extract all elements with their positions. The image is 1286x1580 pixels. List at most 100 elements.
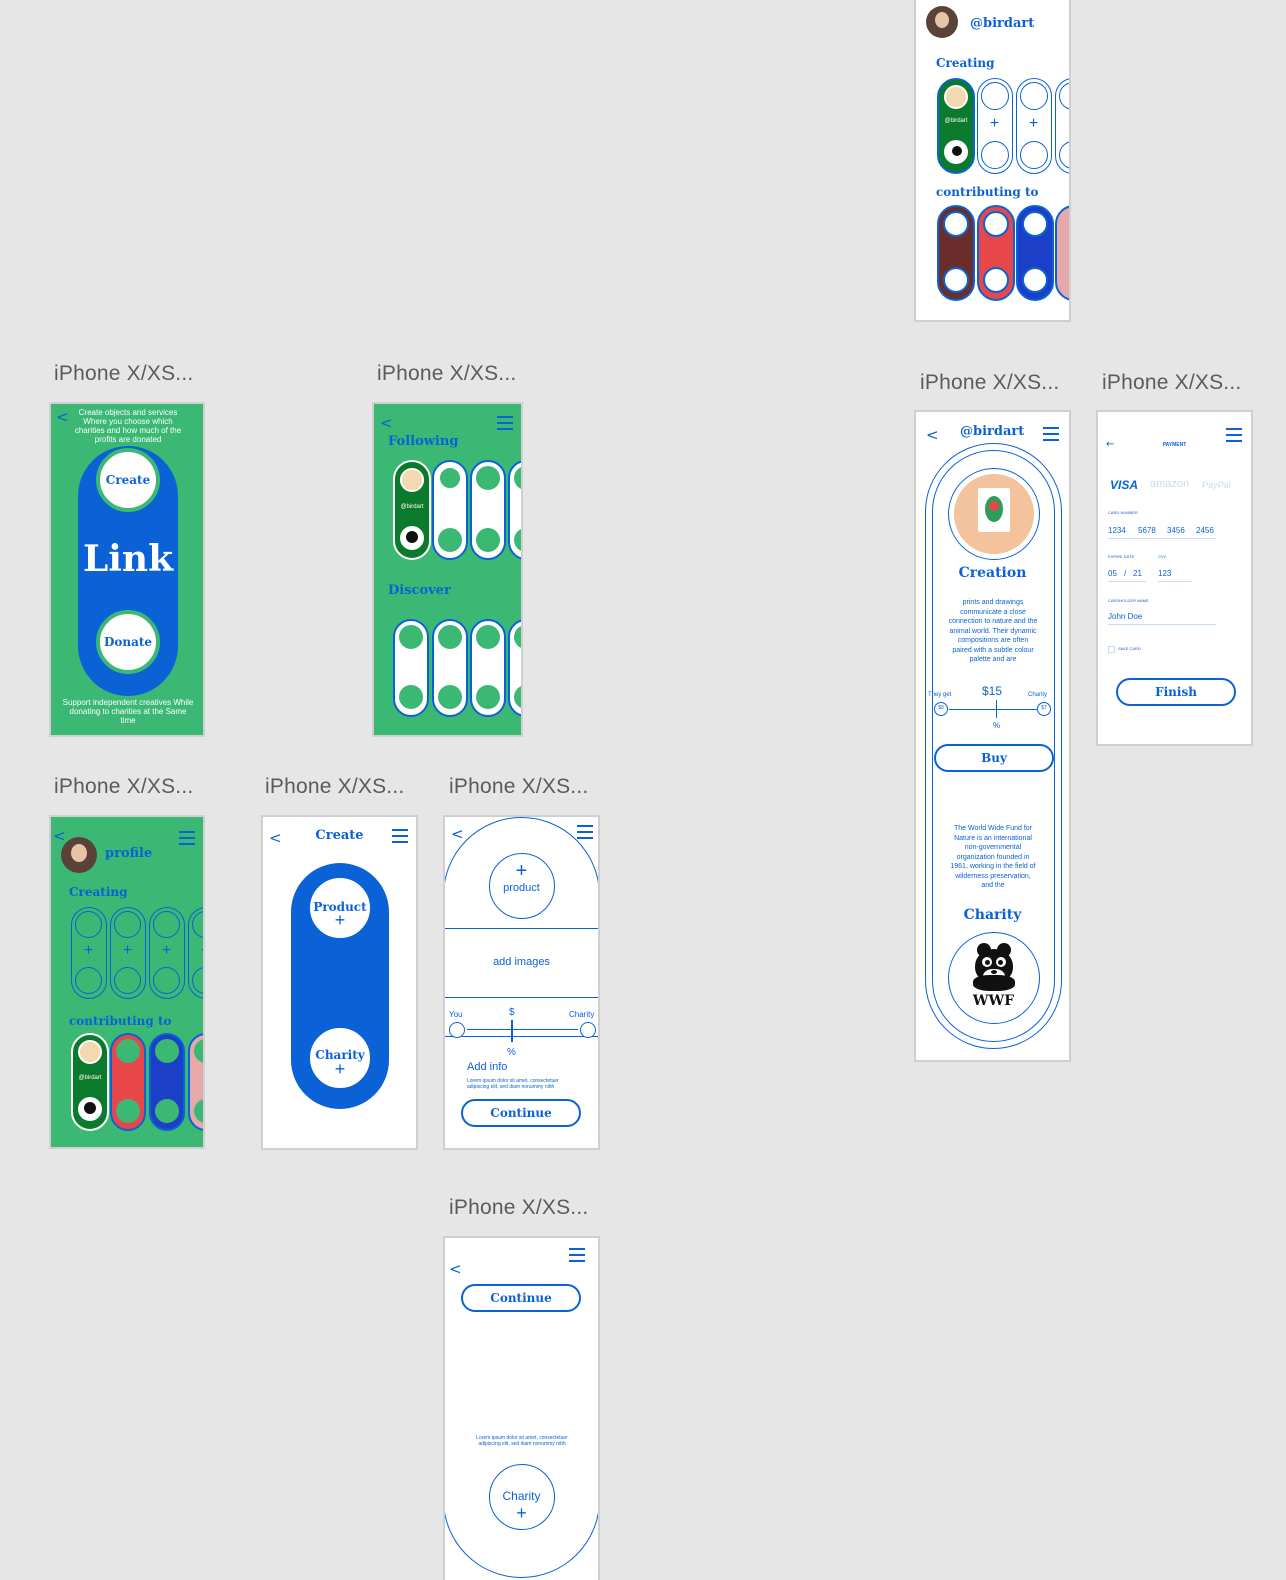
- charity-title: Charity: [963, 907, 1022, 923]
- frame-title-product[interactable]: iPhone X/XS...: [449, 775, 588, 799]
- paypal-option[interactable]: PayPal: [1202, 480, 1231, 490]
- creation-card[interactable]: @birdart: [71, 1033, 109, 1131]
- following-slot[interactable]: [432, 460, 468, 560]
- wwf-logo[interactable]: WWF: [948, 932, 1040, 1024]
- discover-slot[interactable]: [393, 619, 429, 717]
- charity-card[interactable]: [1055, 205, 1069, 301]
- creation-image[interactable]: [948, 468, 1040, 560]
- empty-slot[interactable]: +: [110, 907, 146, 999]
- info-text: Lorem ipsum dolor sit amet, consectetuer…: [467, 1078, 559, 1090]
- frame-title-profile[interactable]: iPhone X/XS...: [54, 775, 193, 799]
- back-icon[interactable]: <: [451, 827, 464, 842]
- following-heading: Following: [388, 434, 459, 449]
- add-product-button[interactable]: + product: [489, 853, 555, 919]
- card-number-group: 5678: [1138, 526, 1156, 535]
- creator-card[interactable]: @birdart: [393, 460, 431, 560]
- percent-label: %: [993, 721, 1001, 730]
- avatar[interactable]: [61, 837, 97, 873]
- frame-title-link[interactable]: iPhone X/XS...: [54, 362, 193, 386]
- charity-card[interactable]: [977, 205, 1015, 301]
- charity-card[interactable]: [110, 1033, 146, 1131]
- you-label: You: [449, 1010, 463, 1019]
- charity-card[interactable]: [149, 1033, 185, 1131]
- add-images-button[interactable]: add images: [445, 956, 598, 968]
- discover-slot[interactable]: [432, 619, 468, 717]
- empty-slot[interactable]: +: [188, 907, 203, 999]
- menu-icon[interactable]: [1226, 428, 1242, 442]
- charity-card[interactable]: [937, 205, 975, 301]
- add-icon: +: [161, 942, 172, 959]
- discover-slot[interactable]: [470, 619, 506, 717]
- expire-field[interactable]: [1108, 581, 1146, 582]
- frame-profile: < profile Creating + + + + contributing …: [49, 815, 205, 1149]
- following-slot[interactable]: [470, 460, 506, 560]
- add-icon: +: [516, 1503, 527, 1523]
- wwf-wordmark: WWF: [972, 993, 1015, 1009]
- empty-slot[interactable]: +: [1016, 78, 1052, 174]
- add-icon: +: [989, 115, 1000, 132]
- divider: [445, 928, 598, 929]
- back-icon[interactable]: <: [53, 829, 66, 844]
- split-slider-handle[interactable]: [511, 1020, 513, 1042]
- continue-button[interactable]: Continue: [461, 1284, 581, 1312]
- add-icon: +: [1028, 115, 1039, 132]
- create-button[interactable]: Create: [96, 448, 160, 512]
- menu-icon[interactable]: [392, 829, 408, 843]
- add-product-button[interactable]: Product +: [307, 875, 373, 941]
- frame-title-payment[interactable]: iPhone X/XS...: [1102, 371, 1241, 395]
- frame-birdart-profile: @birdart Creating @birdart + + contribut…: [914, 0, 1071, 322]
- frame-title-charity[interactable]: iPhone X/XS...: [449, 1196, 588, 1220]
- contributing-heading: contributing to: [69, 1014, 172, 1028]
- creating-heading: Creating: [69, 885, 128, 899]
- donate-button[interactable]: Donate: [96, 610, 160, 674]
- empty-slot[interactable]: +: [977, 78, 1013, 174]
- visa-option[interactable]: VISA: [1110, 478, 1138, 492]
- frame-title-create[interactable]: iPhone X/XS...: [265, 775, 404, 799]
- menu-icon[interactable]: [497, 416, 513, 430]
- creation-card[interactable]: @birdart: [937, 78, 975, 174]
- back-icon[interactable]: <: [56, 410, 69, 425]
- empty-slot[interactable]: +: [149, 907, 185, 999]
- empty-slot[interactable]: +: [71, 907, 107, 999]
- finish-button[interactable]: Finish: [1116, 678, 1236, 706]
- menu-icon[interactable]: [569, 1248, 585, 1262]
- you-amount: [449, 1022, 465, 1038]
- back-icon[interactable]: <: [449, 1262, 462, 1277]
- amazon-option[interactable]: amazon: [1150, 478, 1189, 490]
- frame-creation: < @birdart Creation prints and drawings …: [914, 410, 1071, 1062]
- menu-icon[interactable]: [179, 831, 195, 845]
- charity-share-label: Charity: [1028, 692, 1048, 698]
- holder-field[interactable]: [1108, 624, 1216, 625]
- expire-month: 05: [1108, 569, 1117, 578]
- continue-button[interactable]: Continue: [461, 1099, 581, 1127]
- menu-icon[interactable]: [1043, 427, 1059, 441]
- back-icon[interactable]: <: [926, 428, 939, 443]
- payment-title: PAYMENT: [1162, 442, 1187, 448]
- frame-title-creation[interactable]: iPhone X/XS...: [920, 371, 1059, 395]
- split-slider-handle[interactable]: [996, 700, 997, 718]
- split-slider-track[interactable]: [949, 709, 1037, 710]
- avatar[interactable]: [926, 6, 958, 38]
- add-icon: +: [83, 942, 94, 959]
- add-icon: +: [515, 860, 528, 882]
- holder-value: John Doe: [1108, 612, 1143, 621]
- card-number-field[interactable]: [1108, 538, 1216, 539]
- add-info-label[interactable]: Add info: [467, 1061, 507, 1073]
- charity-card[interactable]: [1016, 205, 1054, 301]
- following-slot[interactable]: [508, 460, 521, 560]
- frame-title-following[interactable]: iPhone X/XS...: [377, 362, 516, 386]
- cvv-field[interactable]: [1158, 581, 1192, 582]
- add-charity-button[interactable]: Charity +: [489, 1464, 555, 1530]
- menu-icon[interactable]: [577, 825, 593, 839]
- add-charity-button[interactable]: Charity +: [307, 1025, 373, 1091]
- card-handle: @birdart: [944, 118, 968, 124]
- discover-slot[interactable]: [508, 619, 521, 717]
- buy-button[interactable]: Buy: [934, 744, 1054, 772]
- empty-slot[interactable]: [1055, 78, 1069, 174]
- split-slider-track[interactable]: [467, 1029, 578, 1030]
- back-icon[interactable]: <: [380, 416, 393, 431]
- frame-create: < Create Product + Charity +: [261, 815, 418, 1150]
- charity-card[interactable]: [188, 1033, 203, 1131]
- they-get-label: They get: [928, 692, 952, 698]
- save-card-checkbox[interactable]: [1108, 646, 1115, 653]
